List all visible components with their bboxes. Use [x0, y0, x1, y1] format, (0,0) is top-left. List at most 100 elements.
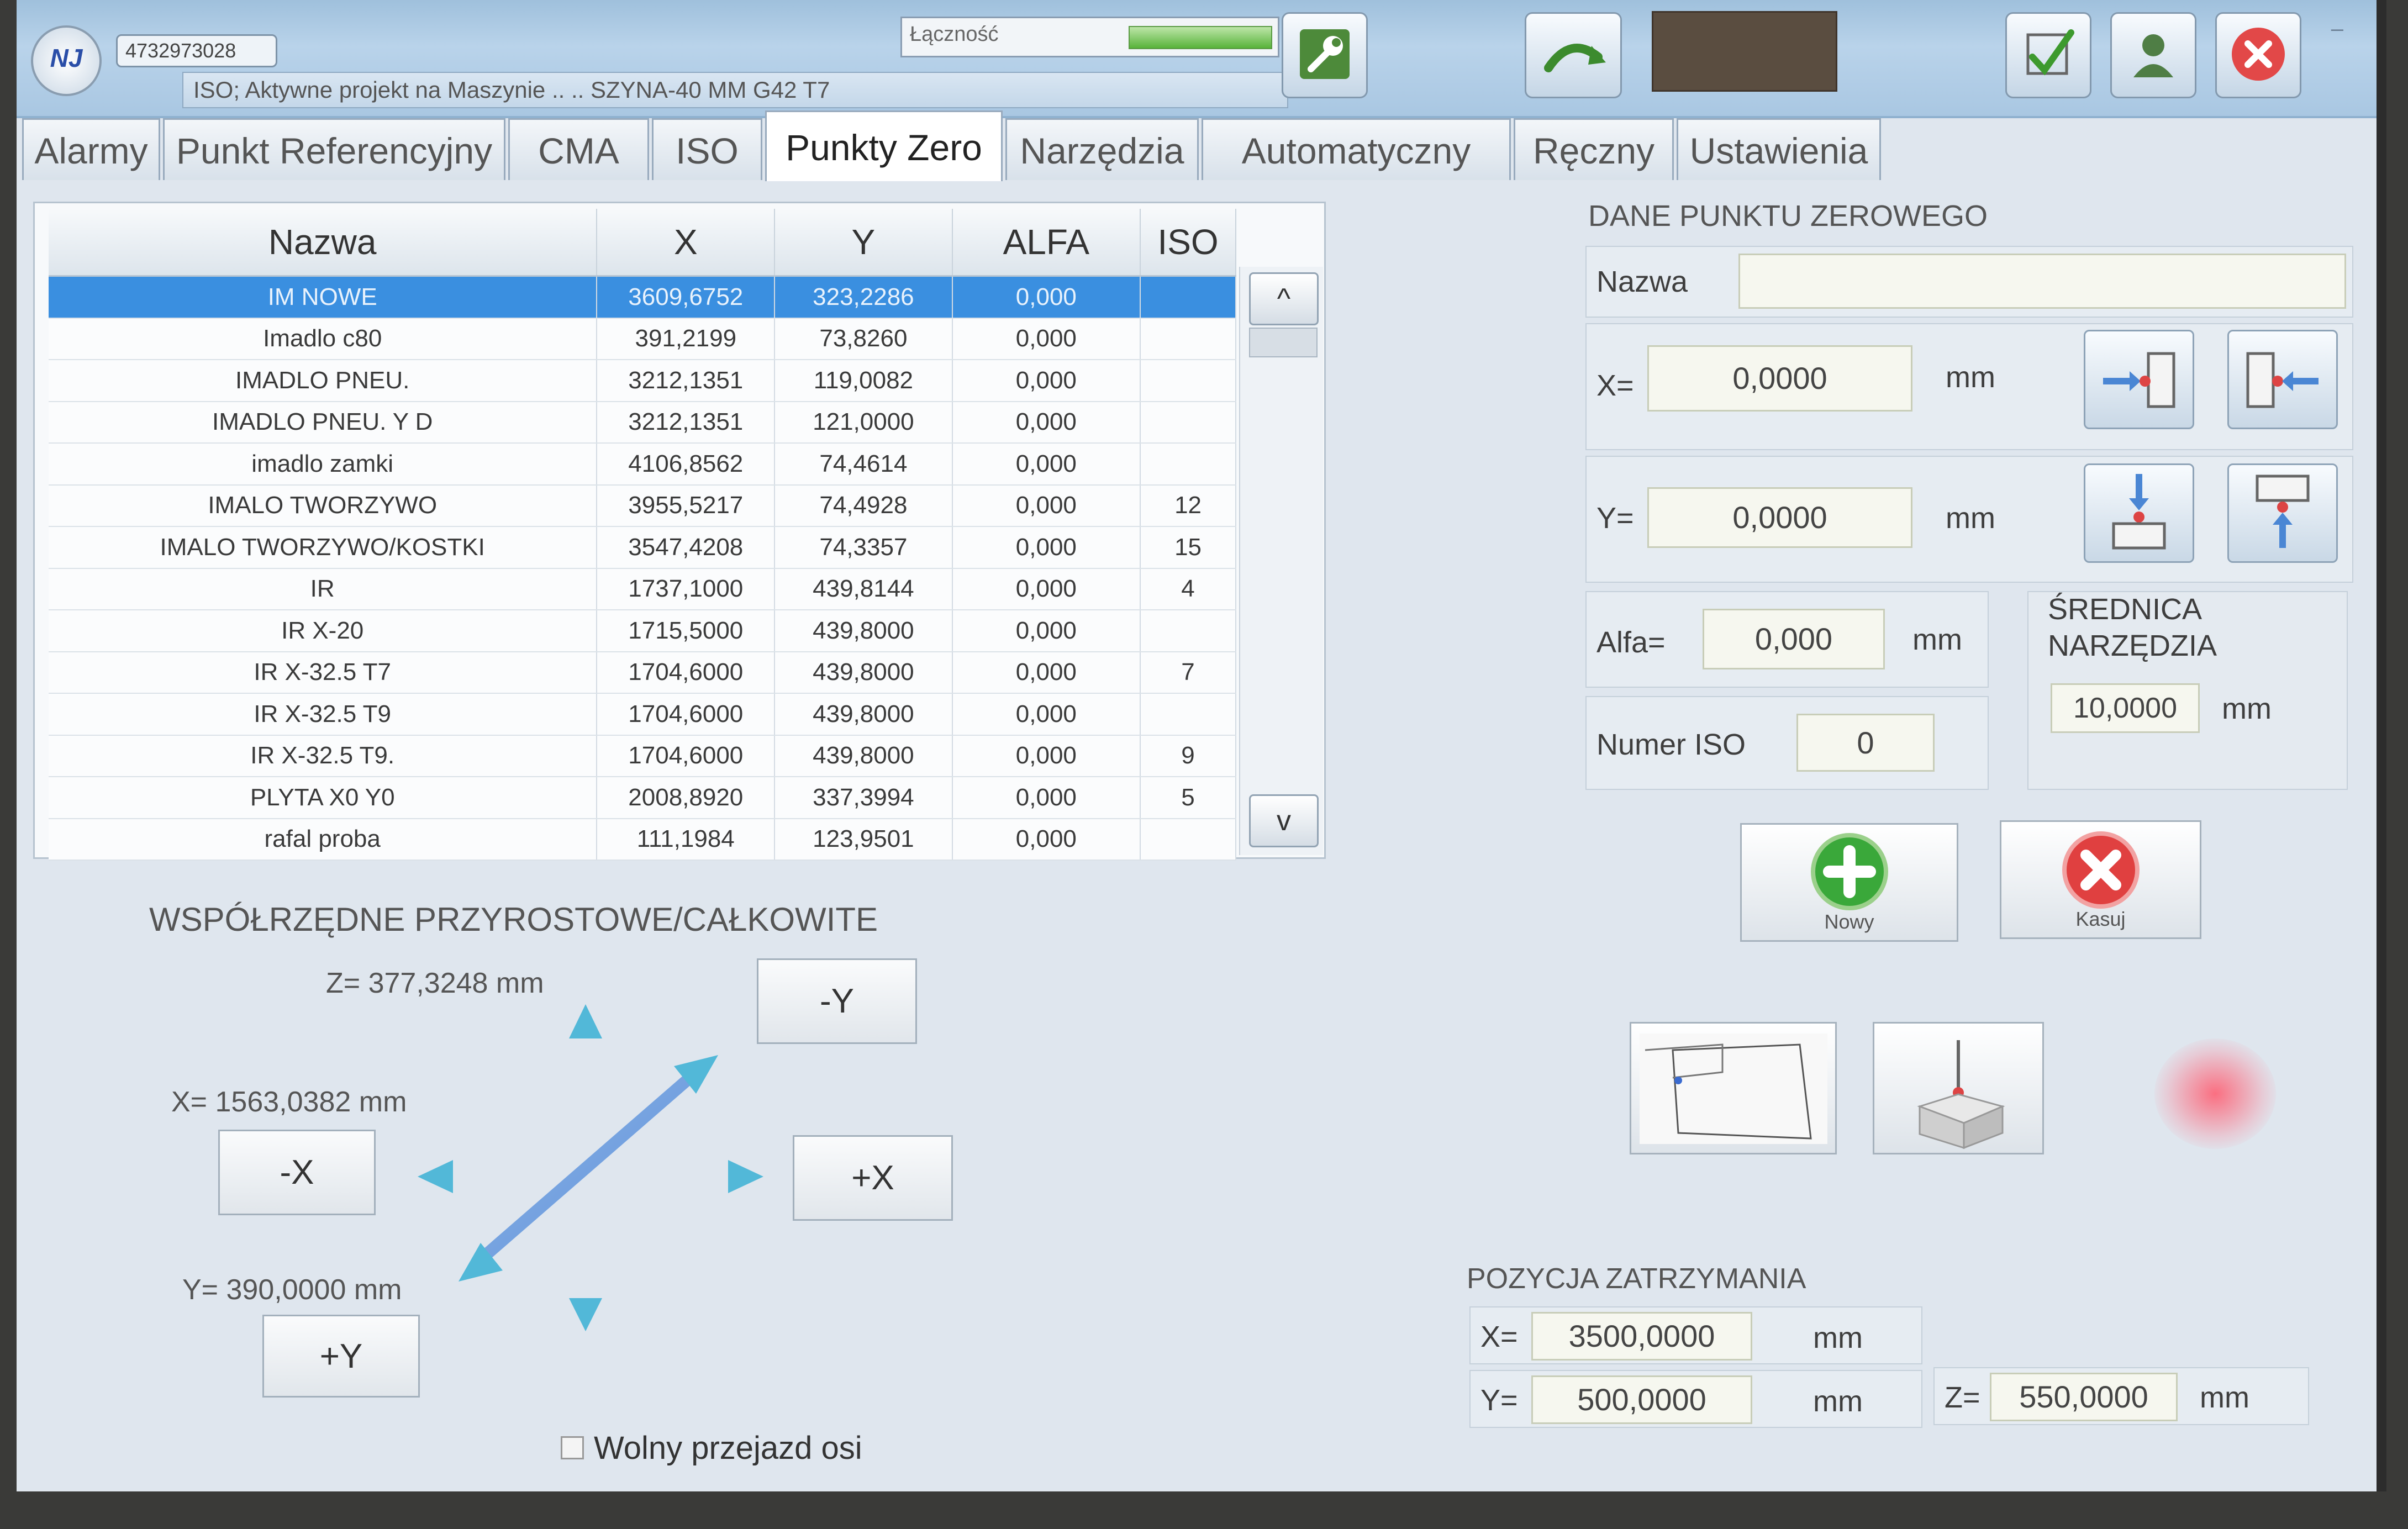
cell-x[interactable]: 4106,8562: [597, 443, 776, 486]
name-input[interactable]: [1738, 254, 2346, 309]
x-input[interactable]: 0,0000: [1647, 345, 1912, 412]
table-row[interactable]: rafal proba 111,1984 123,9501 0,000: [49, 818, 1236, 861]
cell-name[interactable]: IR X-32.5 T9.: [49, 735, 598, 777]
cell-name[interactable]: IMADLO PNEU.: [49, 360, 598, 402]
cell-alfa[interactable]: 0,000: [952, 401, 1141, 444]
cell-x[interactable]: 3212,1351: [597, 401, 776, 444]
tab-cma[interactable]: CMA: [508, 118, 649, 180]
column-header-name[interactable]: Nazwa: [49, 209, 598, 277]
tab-automatyczny[interactable]: Automatyczny: [1202, 118, 1511, 180]
table-row[interactable]: IR X-32.5 T9 1704,6000 439,8000 0,000: [49, 693, 1236, 736]
cell-alfa[interactable]: 0,000: [952, 818, 1141, 861]
table-row[interactable]: IR X-32.5 T7 1704,6000 439,8000 0,000 7: [49, 651, 1236, 694]
table-row[interactable]: imadlo zamki 4106,8562 74,4614 0,000: [49, 443, 1236, 486]
cell-x[interactable]: 1704,6000: [597, 693, 776, 736]
cell-y[interactable]: 74,3357: [774, 526, 953, 569]
column-header-y[interactable]: Y: [774, 209, 953, 277]
alfa-input[interactable]: 0,000: [1703, 609, 1885, 669]
cell-y[interactable]: 119,0082: [774, 360, 953, 402]
set-y-down-button[interactable]: [2084, 463, 2194, 563]
cell-y[interactable]: 439,8000: [774, 693, 953, 736]
cell-name[interactable]: IMALO TWORZYWO/KOSTKI: [49, 526, 598, 569]
table-row[interactable]: PLYTA X0 Y0 2008,8920 337,3994 0,000 5: [49, 777, 1236, 819]
cell-x[interactable]: 3609,6752: [597, 276, 776, 319]
cell-name[interactable]: rafal proba: [49, 818, 598, 861]
free-move-checkbox[interactable]: [561, 1436, 584, 1459]
set-x-left-button[interactable]: [2084, 330, 2194, 429]
cell-alfa[interactable]: 0,000: [952, 735, 1141, 777]
cell-y[interactable]: 123,9501: [774, 818, 953, 861]
cell-name[interactable]: IR X-32.5 T7: [49, 651, 598, 694]
cell-y[interactable]: 74,4614: [774, 443, 953, 486]
plus-x-button[interactable]: +X: [793, 1135, 953, 1221]
y-input[interactable]: 0,0000: [1647, 487, 1912, 548]
column-header-iso[interactable]: ISO: [1140, 209, 1236, 277]
cell-x[interactable]: 1704,6000: [597, 651, 776, 694]
cell-x[interactable]: 1704,6000: [597, 735, 776, 777]
delete-zero-point-button[interactable]: Kasuj: [2000, 820, 2201, 939]
cell-iso[interactable]: [1140, 610, 1236, 652]
set-y-up-button[interactable]: [2227, 463, 2338, 563]
cell-iso[interactable]: 12: [1140, 484, 1236, 527]
cell-name[interactable]: IM NOWE: [49, 276, 598, 319]
table-row[interactable]: IR 1737,1000 439,8144 0,000 4: [49, 568, 1236, 610]
cell-alfa[interactable]: 0,000: [952, 318, 1141, 360]
tab-punkt-referencyjny[interactable]: Punkt Referencyjny: [163, 118, 505, 180]
part-layout-button[interactable]: [1630, 1022, 1837, 1154]
cell-y[interactable]: 439,8000: [774, 735, 953, 777]
tab-reczny[interactable]: Ręczny: [1514, 118, 1674, 180]
minimize-icon[interactable]: –: [2331, 17, 2343, 41]
cell-x[interactable]: 391,2199: [597, 318, 776, 360]
stop-z-input[interactable]: 550,0000: [1990, 1373, 2178, 1421]
cell-alfa[interactable]: 0,000: [952, 443, 1141, 486]
cell-iso[interactable]: 7: [1140, 651, 1236, 694]
table-row[interactable]: IR X-32.5 T9. 1704,6000 439,8000 0,000 9: [49, 735, 1236, 777]
minus-x-button[interactable]: -X: [218, 1130, 376, 1215]
table-row[interactable]: Imadlo c80 391,2199 73,8260 0,000: [49, 318, 1236, 360]
table-row[interactable]: IM NOWE 3609,6752 323,2286 0,000: [49, 276, 1236, 319]
tab-alarmy[interactable]: Alarmy: [22, 118, 160, 180]
tab-punkty-zero[interactable]: Punkty Zero: [765, 110, 1003, 181]
cell-iso[interactable]: 9: [1140, 735, 1236, 777]
cell-iso[interactable]: 5: [1140, 777, 1236, 819]
cell-alfa[interactable]: 0,000: [952, 610, 1141, 652]
cell-x[interactable]: 3955,5217: [597, 484, 776, 527]
cell-name[interactable]: IR X-32.5 T9: [49, 693, 598, 736]
cell-iso[interactable]: [1140, 693, 1236, 736]
cell-y[interactable]: 439,8000: [774, 651, 953, 694]
cell-name[interactable]: Imadlo c80: [49, 318, 598, 360]
table-scrollbar[interactable]: ^ v: [1239, 267, 1323, 855]
table-row[interactable]: IMADLO PNEU. Y D 3212,1351 121,0000 0,000: [49, 401, 1236, 444]
table-row[interactable]: IR X-20 1715,5000 439,8000 0,000: [49, 610, 1236, 652]
cell-alfa[interactable]: 0,000: [952, 568, 1141, 610]
cell-iso[interactable]: [1140, 818, 1236, 861]
scroll-thumb[interactable]: [1249, 328, 1318, 357]
cell-alfa[interactable]: 0,000: [952, 276, 1141, 319]
column-header-alfa[interactable]: ALFA: [952, 209, 1141, 277]
cell-iso[interactable]: [1140, 318, 1236, 360]
tools-button[interactable]: [1282, 12, 1368, 98]
cell-name[interactable]: IMALO TWORZYWO: [49, 484, 598, 527]
back-button[interactable]: [1525, 12, 1622, 98]
cell-x[interactable]: 3212,1351: [597, 360, 776, 402]
cell-y[interactable]: 73,8260: [774, 318, 953, 360]
cell-name[interactable]: IR: [49, 568, 598, 610]
cell-iso[interactable]: [1140, 360, 1236, 402]
stop-y-input[interactable]: 500,0000: [1531, 1375, 1752, 1424]
cell-iso[interactable]: 15: [1140, 526, 1236, 569]
probe-button[interactable]: [1873, 1022, 2044, 1154]
tool-diameter-input[interactable]: 10,0000: [2051, 683, 2200, 733]
cell-x[interactable]: 1715,5000: [597, 610, 776, 652]
cell-y[interactable]: 74,4928: [774, 484, 953, 527]
user-button[interactable]: [2110, 12, 2196, 98]
cell-iso[interactable]: [1140, 276, 1236, 319]
cell-x[interactable]: 3547,4208: [597, 526, 776, 569]
table-row[interactable]: IMALO TWORZYWO/KOSTKI 3547,4208 74,3357 0,0…: [49, 526, 1236, 569]
cell-y[interactable]: 337,3994: [774, 777, 953, 819]
confirm-button[interactable]: [2005, 12, 2091, 98]
scroll-up-button[interactable]: ^: [1249, 272, 1319, 325]
table-row[interactable]: IMADLO PNEU. 3212,1351 119,0082 0,000: [49, 360, 1236, 402]
cell-alfa[interactable]: 0,000: [952, 526, 1141, 569]
cell-x[interactable]: 1737,1000: [597, 568, 776, 610]
exit-button[interactable]: [2215, 12, 2301, 98]
